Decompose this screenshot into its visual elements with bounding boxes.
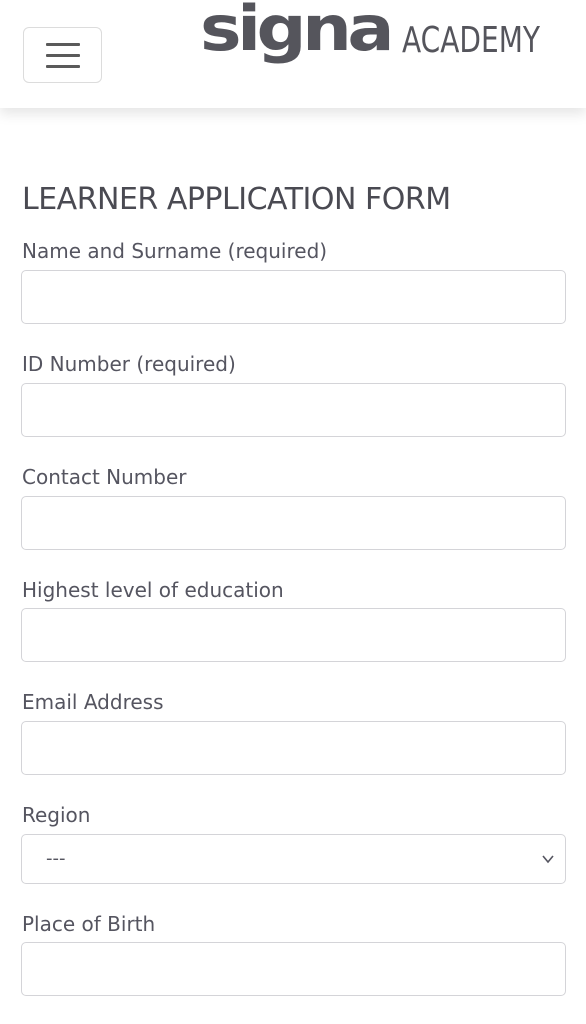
name-label: Name and Surname (required) — [22, 239, 328, 263]
brand-logo[interactable]: signa ACADEMY — [200, 0, 546, 76]
hamburger-menu-icon — [46, 65, 80, 68]
brand-suffix: ACADEMY — [402, 20, 541, 61]
id-number-input[interactable] — [21, 383, 566, 437]
chevron-down-icon — [542, 855, 554, 864]
contact-number-input[interactable] — [21, 496, 566, 550]
menu-button[interactable] — [23, 27, 102, 83]
hamburger-menu-icon — [46, 43, 80, 46]
region-selected-value: --- — [46, 848, 66, 869]
region-select[interactable]: --- — [21, 834, 566, 884]
name-surname-input[interactable] — [21, 270, 566, 324]
email-label: Email Address — [22, 690, 164, 714]
education-input[interactable] — [21, 608, 566, 662]
email-input[interactable] — [21, 721, 566, 775]
form-title: LEARNER APPLICATION FORM — [22, 182, 451, 217]
application-form: LEARNER APPLICATION FORM Name and Surnam… — [0, 108, 586, 1024]
place-of-birth-label: Place of Birth — [22, 912, 156, 936]
brand-logo-text: signa — [200, 0, 390, 65]
education-label: Highest level of education — [22, 578, 284, 602]
site-header: signa ACADEMY — [0, 0, 586, 108]
id-number-label: ID Number (required) — [22, 352, 236, 376]
region-label: Region — [22, 803, 91, 827]
place-of-birth-input[interactable] — [21, 942, 566, 996]
contact-number-label: Contact Number — [22, 465, 187, 489]
hamburger-menu-icon — [46, 54, 80, 57]
